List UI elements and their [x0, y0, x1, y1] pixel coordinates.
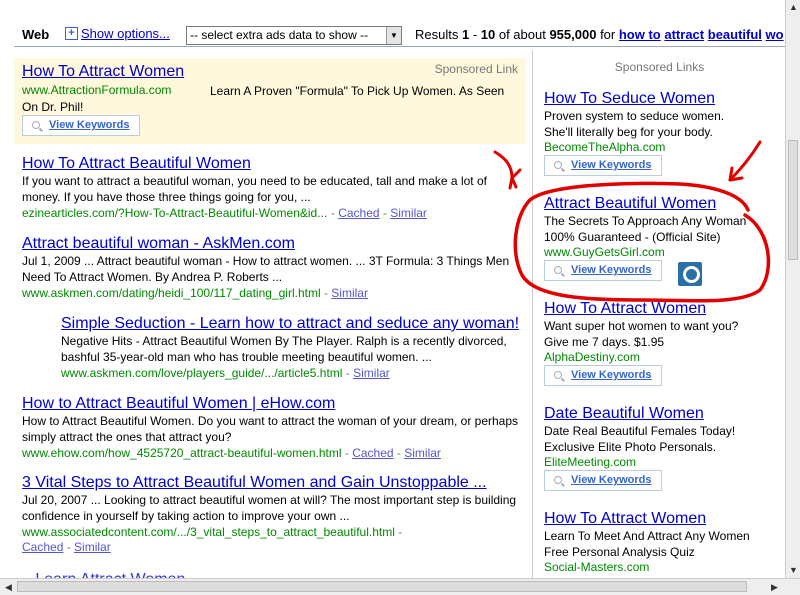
similar-link[interactable]: Similar [331, 286, 368, 300]
ad-url[interactable]: BecomeTheAlpha.com [544, 140, 784, 154]
divider [14, 46, 785, 47]
scrollbar-thumb[interactable] [17, 581, 747, 592]
ad-line: The Secrets To Approach Any Woman [544, 214, 747, 228]
result-title-link[interactable]: How To Attract Beautiful Women [22, 155, 522, 173]
result-snippet: Jul 20, 2007 ... Looking to attract beau… [22, 493, 517, 523]
top-sponsored-ad: Sponsored Link How To Attract Women www.… [14, 58, 526, 144]
results-toolbar: Web + Show options... -- select extra ad… [0, 0, 785, 50]
view-keywords-button[interactable]: View Keywords [544, 365, 662, 386]
ad-line: Exclusive Elite Photo Personals. [544, 440, 717, 454]
scroll-left-icon[interactable]: ◀ [1, 580, 16, 595]
view-keywords-button[interactable]: View Keywords [22, 115, 140, 136]
search-icon [32, 121, 40, 129]
query-word[interactable]: beautiful [708, 27, 762, 42]
cached-link[interactable]: Cached [352, 446, 393, 460]
right-ad: How To Attract Women Learn To Meet And A… [544, 510, 784, 574]
result-url: www.askmen.com/love/players_guide/.../ar… [61, 366, 343, 380]
ad-url[interactable]: EliteMeeting.com [544, 455, 784, 469]
result-title-link[interactable]: 3 Vital Steps to Attract Beautiful Women… [22, 474, 522, 492]
search-icon [554, 476, 562, 484]
result-url: www.associatedcontent.com/.../3_vital_st… [22, 525, 395, 539]
ad-line: Free Personal Analysis Quiz [544, 545, 695, 559]
right-ad-highlighted: Attract Beautiful Women The Secrets To A… [544, 195, 784, 281]
ad-line: Date Real Beautiful Females Today! [544, 424, 736, 438]
result-snippet: Negative Hits - Attract Beautiful Women … [61, 334, 507, 364]
view-keywords-button[interactable]: View Keywords [544, 155, 662, 176]
result-url: www.ehow.com/how_4525720_attract-beautif… [22, 446, 342, 460]
right-sponsored-column: Sponsored Links How To Seduce Women Prov… [532, 50, 785, 578]
query-word[interactable]: wo [766, 27, 784, 42]
similar-link[interactable]: Similar [74, 540, 111, 554]
result-snippet: How to Attract Beautiful Women. Do you w… [22, 414, 519, 444]
ad-title-link[interactable]: Attract Beautiful Women [544, 195, 784, 213]
ad-title-link[interactable]: How To Seduce Women [544, 90, 784, 108]
search-result: Attract beautiful woman - AskMen.com Jul… [22, 235, 522, 300]
results-count: Results 1 - 10 of about 955,000 for how … [415, 27, 784, 42]
scroll-down-icon[interactable]: ▼ [786, 563, 800, 578]
quick-search-icon[interactable] [678, 262, 702, 286]
result-snippet: If you want to attract a beautiful woman… [22, 174, 487, 204]
horizontal-scrollbar[interactable]: ◀ ▶ [0, 578, 800, 595]
scroll-right-icon[interactable]: ▶ [767, 580, 782, 595]
ad-line: Proven system to seduce women. [544, 109, 725, 123]
right-ad: Date Beautiful Women Date Real Beautiful… [544, 405, 784, 491]
view-keywords-button[interactable]: View Keywords [544, 470, 662, 491]
result-url: ezinearticles.com/?How-To-Attract-Beauti… [22, 206, 328, 220]
ad-line: Learn To Meet And Attract Any Women [544, 529, 750, 543]
similar-link[interactable]: Similar [404, 446, 441, 460]
ad-line: Want super hot women to want you? [544, 319, 739, 333]
result-snippet: Jul 1, 2009 ... Attract beautiful woman … [22, 254, 510, 284]
extra-ads-select[interactable]: -- select extra ads data to show -- ▼ [186, 26, 402, 45]
similar-link[interactable]: Similar [353, 366, 390, 380]
ad-description: Learn A Proven "Formula" To Pick Up Wome… [22, 84, 505, 114]
scroll-up-icon[interactable]: ▲ [786, 0, 800, 15]
right-ad: How To Attract Women Want super hot wome… [544, 300, 784, 386]
similar-link[interactable]: Similar [390, 206, 427, 220]
ad-title-link[interactable]: How To Attract Women [22, 63, 184, 81]
sponsored-link-label: Sponsored Link [434, 62, 518, 76]
search-icon [554, 371, 562, 379]
chevron-down-icon[interactable]: ▼ [386, 27, 401, 44]
view-keywords-button[interactable]: View Keywords [544, 260, 662, 281]
ad-line: Give me 7 days. $1.95 [544, 335, 665, 349]
ad-url[interactable]: AlphaDestiny.com [544, 350, 784, 364]
query-word[interactable]: attract [664, 27, 704, 42]
show-options-link[interactable]: Show options... [81, 26, 170, 41]
result-title-link[interactable]: Attract beautiful woman - AskMen.com [22, 235, 522, 253]
plus-icon[interactable]: + [65, 27, 78, 40]
search-icon [554, 266, 562, 274]
vertical-scrollbar[interactable]: ▲ ▼ [785, 0, 800, 578]
ad-line: 100% Guaranteed - (Official Site) [544, 230, 721, 244]
ad-url[interactable]: www.GuyGetsGirl.com [544, 245, 784, 259]
ad-url[interactable]: Social-Masters.com [544, 560, 784, 574]
sponsored-links-label: Sponsored Links [614, 60, 705, 74]
extra-ads-select-value: -- select extra ads data to show -- [190, 28, 369, 42]
ad-title-link[interactable]: How To Attract Women [544, 510, 784, 528]
query-word[interactable]: how to [619, 27, 661, 42]
cached-link[interactable]: Cached [338, 206, 379, 220]
search-result: How To Attract Beautiful Women If you wa… [22, 155, 522, 220]
web-label: Web [22, 27, 50, 42]
scrollbar-thumb[interactable] [788, 140, 798, 260]
ad-title-link[interactable]: Date Beautiful Women [544, 405, 784, 423]
search-icon [554, 161, 562, 169]
result-title-link[interactable]: Simple Seduction - Learn how to attract … [61, 315, 521, 333]
search-result: How to Attract Beautiful Women | eHow.co… [22, 395, 522, 460]
result-title-link[interactable]: How to Attract Beautiful Women | eHow.co… [22, 395, 522, 413]
result-url: www.askmen.com/dating/heidi_100/117_dati… [22, 286, 321, 300]
ad-line: She'll literally beg for your body. [544, 125, 713, 139]
right-ad: How To Seduce Women Proven system to sed… [544, 90, 784, 176]
cached-link[interactable]: Cached [22, 540, 63, 554]
ad-title-link[interactable]: How To Attract Women [544, 300, 784, 318]
search-result: 3 Vital Steps to Attract Beautiful Women… [22, 474, 522, 554]
search-result-indented: Simple Seduction - Learn how to attract … [61, 315, 521, 380]
